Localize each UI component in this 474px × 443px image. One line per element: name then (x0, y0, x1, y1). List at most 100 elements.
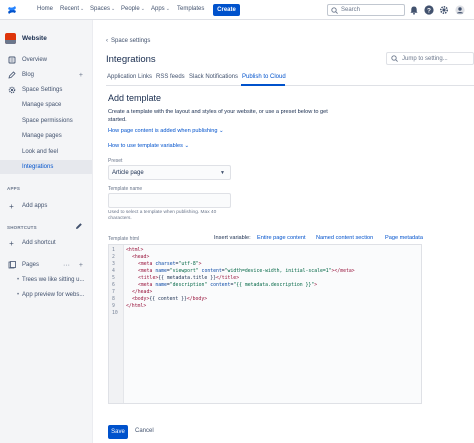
line-number: 3 (112, 262, 115, 267)
apps-section-header: APPS (7, 186, 21, 191)
search-input[interactable]: Search (327, 4, 405, 16)
help-link-page-content[interactable]: How page content is added when publishin… (108, 128, 224, 134)
nav-templates[interactable]: Templates (177, 6, 204, 12)
sidebar-item-manage-pages[interactable]: Manage pages (0, 129, 92, 143)
jump-to-setting-input[interactable]: Jump to setting... (386, 52, 474, 65)
template-html-label: Template html (108, 236, 140, 242)
preset-label: Preset (108, 158, 123, 164)
help-icon[interactable]: ? (424, 5, 434, 15)
sidebar-item-space-permissions[interactable]: Space permissions (0, 114, 92, 128)
chevron-down-icon: ⌄ (182, 143, 190, 149)
sidebar-item-look-and-feel[interactable]: Look and feel (0, 145, 92, 159)
line-number: 1 (112, 248, 115, 253)
save-button[interactable]: Save (108, 425, 128, 439)
code-line: <meta name="description" content="{{ met… (138, 283, 318, 288)
template-html-code-editor[interactable]: 1 2 3 4 5 6 7 8 9 10 <html> <head> <meta… (108, 244, 422, 404)
edit-shortcuts-pencil-icon[interactable] (75, 222, 83, 232)
insert-entire-page-content-link[interactable]: Entire page content (257, 235, 306, 241)
sidebar-item-pages[interactable]: Pages ··· + (0, 258, 92, 272)
code-line: </html> (126, 304, 147, 309)
more-options-icon[interactable]: ··· (63, 262, 70, 269)
code-line: <meta name="viewport" content="width=dev… (138, 269, 355, 274)
line-number-gutter: 1 2 3 4 5 6 7 8 9 10 (109, 245, 124, 403)
confluence-logo-icon[interactable] (7, 5, 17, 15)
chevron-down-icon: ⌄ (217, 128, 224, 134)
add-blog-icon[interactable]: + (79, 72, 83, 79)
add-apps-item[interactable]: + Add apps (0, 199, 92, 213)
svg-text:?: ? (427, 7, 431, 14)
template-name-hint: Used to select a template when publishin… (108, 210, 217, 221)
bullet-icon: • (17, 292, 20, 298)
cancel-button[interactable]: Cancel (135, 428, 154, 434)
chevron-down-icon: ⌄ (140, 6, 145, 12)
chevron-down-icon: ⌄ (80, 6, 85, 12)
preset-select[interactable]: Article page ▼ (108, 165, 231, 180)
line-number: 9 (112, 304, 115, 309)
line-number: 8 (112, 297, 115, 302)
active-tab-indicator (241, 84, 285, 86)
tab-application-links[interactable]: Application Links (107, 74, 152, 80)
line-number: 7 (112, 290, 115, 295)
create-button[interactable]: Create (213, 4, 240, 16)
plus-icon: + (9, 201, 14, 211)
page-tree-item[interactable]: • Trees we like sitting u... (0, 273, 92, 287)
tab-rss-feeds[interactable]: RSS feeds (156, 74, 185, 80)
template-name-label: Template name (108, 186, 143, 192)
chevron-down-icon: ⌄ (165, 6, 170, 12)
notifications-bell-icon[interactable] (409, 5, 419, 15)
space-name: Website (22, 35, 47, 42)
settings-gear-icon[interactable] (439, 5, 449, 15)
page-title: Integrations (106, 54, 156, 65)
code-line: <meta charset="utf-8"> (138, 262, 202, 267)
top-navigation: Home Recent ⌄ Spaces ⌄ People ⌄ Apps ⌄ Templ… (0, 0, 474, 20)
sidebar-item-blog[interactable]: Blog + (0, 68, 92, 82)
shortcuts-section-header: SHORTCUTS (7, 225, 37, 230)
section-heading: Add template (108, 93, 162, 103)
nav-recent[interactable]: Recent ⌄ (60, 6, 84, 12)
nav-people[interactable]: People ⌄ (121, 6, 145, 12)
tab-slack-notifications[interactable]: Slack Notifications (189, 74, 238, 80)
profile-avatar-icon[interactable] (455, 5, 465, 15)
search-icon (391, 55, 398, 62)
line-number: 6 (112, 283, 115, 288)
sidebar-item-manage-space[interactable]: Manage space (0, 98, 92, 112)
line-number: 10 (112, 311, 118, 316)
breadcrumb[interactable]: ‹ Space settings (106, 38, 150, 44)
add-shortcut-item[interactable]: + Add shortcut (0, 236, 92, 250)
nav-spaces[interactable]: Spaces ⌄ (90, 6, 115, 12)
main-content: ‹ Space settings Integrations Jump to se… (93, 20, 474, 443)
template-name-input[interactable] (108, 193, 231, 208)
bullet-icon: • (17, 277, 20, 283)
code-line: </head> (132, 290, 153, 295)
code-line: <title>{{ metadata.title }}</title> (138, 276, 240, 281)
sidebar: Website Overview Blog + Space Settings M… (0, 20, 93, 443)
page-tree-item[interactable]: • App preview for webs... (0, 288, 92, 302)
blog-icon (7, 71, 16, 80)
sidebar-item-space-settings[interactable]: Space Settings (0, 83, 92, 97)
nav-apps[interactable]: Apps ⌄ (151, 6, 170, 12)
overview-icon (7, 56, 16, 65)
help-link-template-variables[interactable]: How to use template variables ⌄ (108, 143, 189, 149)
sidebar-item-overview[interactable]: Overview (0, 53, 92, 67)
pages-icon (7, 261, 16, 270)
line-number: 5 (112, 276, 115, 281)
search-icon (331, 6, 338, 14)
code-line: <html> (126, 248, 144, 253)
insert-page-metadata-link[interactable]: Page metadata (385, 235, 423, 241)
tab-publish-to-cloud[interactable]: Publish to Cloud (242, 74, 286, 80)
space-logo-icon (5, 33, 16, 44)
code-line: <head> (132, 255, 150, 260)
tab-bar: Application Links RSS feeds Slack Notifi… (106, 72, 474, 86)
chevron-down-icon: ⌄ (111, 6, 116, 12)
gear-icon (7, 86, 16, 95)
plus-icon: + (9, 238, 14, 248)
add-page-icon[interactable]: + (79, 262, 83, 269)
line-number: 2 (112, 255, 115, 260)
nav-home[interactable]: Home (37, 6, 53, 12)
section-description: Create a template with the layout and st… (108, 109, 328, 123)
space-header[interactable]: Website (5, 33, 47, 44)
sidebar-item-integrations[interactable]: Integrations (0, 160, 92, 174)
insert-named-content-section-link[interactable]: Named content section (316, 235, 373, 241)
line-number: 4 (112, 269, 115, 274)
insert-variable-label: Insert variable: (214, 235, 251, 241)
